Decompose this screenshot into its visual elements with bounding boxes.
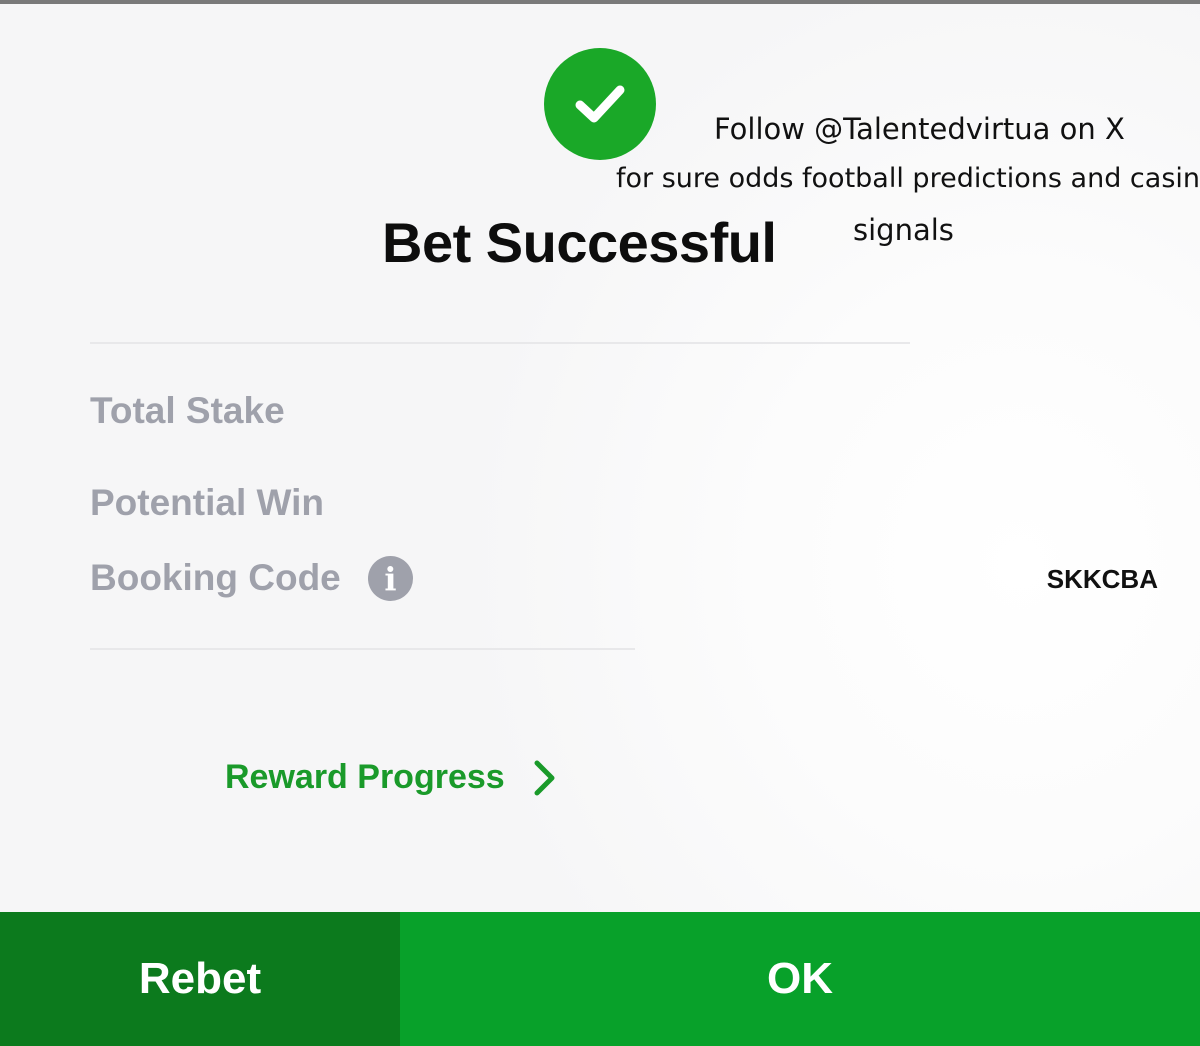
total-stake-label: Total Stake <box>90 390 285 431</box>
ok-button[interactable]: OK <box>400 912 1200 1046</box>
info-icon[interactable]: i <box>368 556 413 601</box>
checkmark-icon <box>575 85 625 123</box>
chevron-right-icon <box>533 760 557 796</box>
booking-code-label: Booking Code <box>90 557 341 598</box>
potential-win-label: Potential Win <box>90 482 324 523</box>
booking-code-value: SKKCBA <box>1046 564 1158 594</box>
divider-bottom <box>90 648 635 650</box>
reward-progress-link[interactable]: Reward Progress <box>225 758 557 797</box>
checkmark-circle-icon <box>544 48 656 160</box>
overlay-text-line-3: signals <box>853 213 954 247</box>
overlay-text-line-1: Follow @Talentedvirtua on X <box>714 112 1125 146</box>
reward-progress-label: Reward Progress <box>225 758 505 796</box>
overlay-text-line-2: for sure odds football predictions and c… <box>616 163 1200 194</box>
divider-top <box>90 342 910 344</box>
dialog-title: Bet Successful <box>382 211 777 274</box>
rebet-button[interactable]: Rebet <box>0 912 400 1046</box>
